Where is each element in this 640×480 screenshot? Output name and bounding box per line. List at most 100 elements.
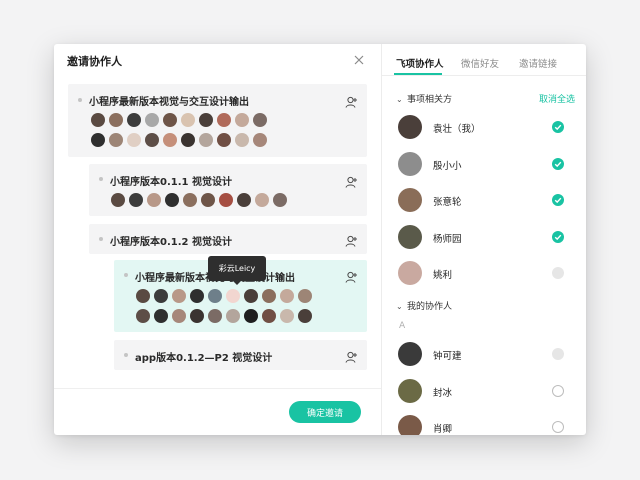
person-row[interactable]: 肖卿 <box>398 415 578 435</box>
tab-underline <box>394 73 442 75</box>
checked-icon[interactable] <box>552 230 564 243</box>
task-title: 小程序最新版本视觉与交互设计输出 <box>89 97 249 108</box>
avatar[interactable] <box>253 113 267 127</box>
avatar[interactable] <box>91 133 105 147</box>
task-card[interactable]: app版本0.1.2—P2 视觉设计 <box>114 340 367 370</box>
avatar[interactable] <box>199 113 213 127</box>
avatar[interactable] <box>262 289 276 303</box>
avatar-row-1 <box>91 113 267 127</box>
avatar[interactable] <box>129 193 143 207</box>
avatar-row-2 <box>91 133 267 147</box>
avatar[interactable] <box>253 133 267 147</box>
bullet <box>99 237 103 241</box>
tab-invite-link[interactable]: 邀请链接 <box>519 56 557 70</box>
avatar[interactable] <box>109 113 123 127</box>
avatar[interactable] <box>190 309 204 323</box>
add-user-icon[interactable] <box>345 269 358 283</box>
avatar[interactable] <box>235 133 249 147</box>
avatar[interactable] <box>298 309 312 323</box>
tab-feixiang[interactable]: 飞项协作人 <box>396 56 444 70</box>
person-name: 姚利 <box>433 270 453 281</box>
avatar[interactable] <box>181 113 195 127</box>
add-user-icon[interactable] <box>345 94 358 108</box>
avatar[interactable] <box>217 133 231 147</box>
bullet <box>78 98 82 102</box>
avatar[interactable] <box>244 289 258 303</box>
add-user-icon[interactable] <box>345 174 358 188</box>
avatar[interactable] <box>109 133 123 147</box>
chevron-down-icon: ⌄ <box>396 95 403 104</box>
avatar[interactable] <box>145 113 159 127</box>
person-row[interactable]: 袁壮（我） <box>398 115 578 141</box>
tab-wechat[interactable]: 微信好友 <box>461 56 499 70</box>
avatar[interactable] <box>172 289 186 303</box>
avatar[interactable] <box>255 193 269 207</box>
avatar[interactable] <box>190 289 204 303</box>
checked-icon[interactable] <box>552 121 564 133</box>
avatar[interactable] <box>244 309 258 323</box>
person-row[interactable]: 封冰 <box>398 378 578 405</box>
avatar[interactable] <box>181 133 195 147</box>
avatar-row-5 <box>136 309 312 323</box>
avatar[interactable] <box>172 309 186 323</box>
avatar[interactable] <box>154 289 168 303</box>
checkbox-icon <box>552 267 564 279</box>
checkbox-icon[interactable] <box>552 421 564 433</box>
person-row[interactable]: 殷小小 <box>398 151 578 178</box>
section-label: 事项相关方 <box>407 95 453 105</box>
avatar[interactable] <box>273 193 287 207</box>
checkbox-icon[interactable] <box>552 384 564 397</box>
avatar[interactable] <box>127 113 141 127</box>
close-icon[interactable] <box>353 54 365 66</box>
section-label: 我的协作人 <box>407 302 453 312</box>
avatar[interactable] <box>147 193 161 207</box>
task-card[interactable]: 小程序最新版本视觉与交互设计输出 <box>68 84 367 157</box>
person-name: 殷小小 <box>433 160 462 172</box>
avatar[interactable] <box>111 193 125 207</box>
avatar[interactable] <box>201 193 215 207</box>
avatar[interactable] <box>136 289 150 303</box>
confirm-invite-button[interactable]: 确定邀请 <box>289 401 361 423</box>
avatar[interactable] <box>298 289 312 303</box>
add-user-icon[interactable] <box>345 233 358 247</box>
task-card[interactable]: 小程序版本0.1.1 视觉设计 <box>89 164 367 216</box>
avatar[interactable] <box>217 113 231 127</box>
avatar[interactable] <box>183 193 197 207</box>
avatar[interactable] <box>127 133 141 147</box>
deselect-all-link[interactable]: 取消全选 <box>539 92 575 105</box>
section-related[interactable]: ⌄ 事项相关方 <box>396 92 452 105</box>
section-my-collaborators[interactable]: ⌄ 我的协作人 <box>396 299 452 312</box>
alpha-index-letter: A <box>399 321 406 331</box>
checked-icon[interactable] <box>552 157 564 170</box>
avatar[interactable] <box>165 193 179 207</box>
avatar[interactable] <box>237 193 251 207</box>
avatar <box>398 261 422 285</box>
avatar[interactable] <box>219 193 233 207</box>
avatar[interactable] <box>226 309 240 323</box>
person-row[interactable]: 杨师园 <box>398 224 578 251</box>
add-user-icon[interactable] <box>345 349 358 363</box>
avatar[interactable] <box>280 309 294 323</box>
person-row[interactable]: 钟可建 <box>398 342 578 368</box>
person-row[interactable]: 姚利 <box>398 261 578 287</box>
avatar[interactable] <box>163 113 177 127</box>
avatar[interactable] <box>262 309 276 323</box>
avatar[interactable] <box>199 133 213 147</box>
avatar[interactable] <box>280 289 294 303</box>
avatar[interactable] <box>163 133 177 147</box>
avatar <box>398 188 422 212</box>
bullet <box>124 353 128 357</box>
person-row[interactable]: 张意轮 <box>398 188 578 214</box>
checked-icon[interactable] <box>552 194 564 206</box>
avatar[interactable] <box>91 113 105 127</box>
bullet <box>99 177 103 181</box>
collaborator-panel: 飞项协作人 微信好友 邀请链接 ⌄ 事项相关方 取消全选 袁壮（我） 殷小小张意轮杨… <box>381 44 586 435</box>
task-card[interactable]: 小程序版本0.1.2 视觉设计 <box>89 224 367 254</box>
avatar[interactable] <box>136 309 150 323</box>
avatar[interactable] <box>154 309 168 323</box>
avatar[interactable] <box>235 113 249 127</box>
avatar[interactable] <box>226 289 240 303</box>
avatar[interactable] <box>145 133 159 147</box>
avatar[interactable] <box>208 289 222 303</box>
avatar[interactable] <box>208 309 222 323</box>
